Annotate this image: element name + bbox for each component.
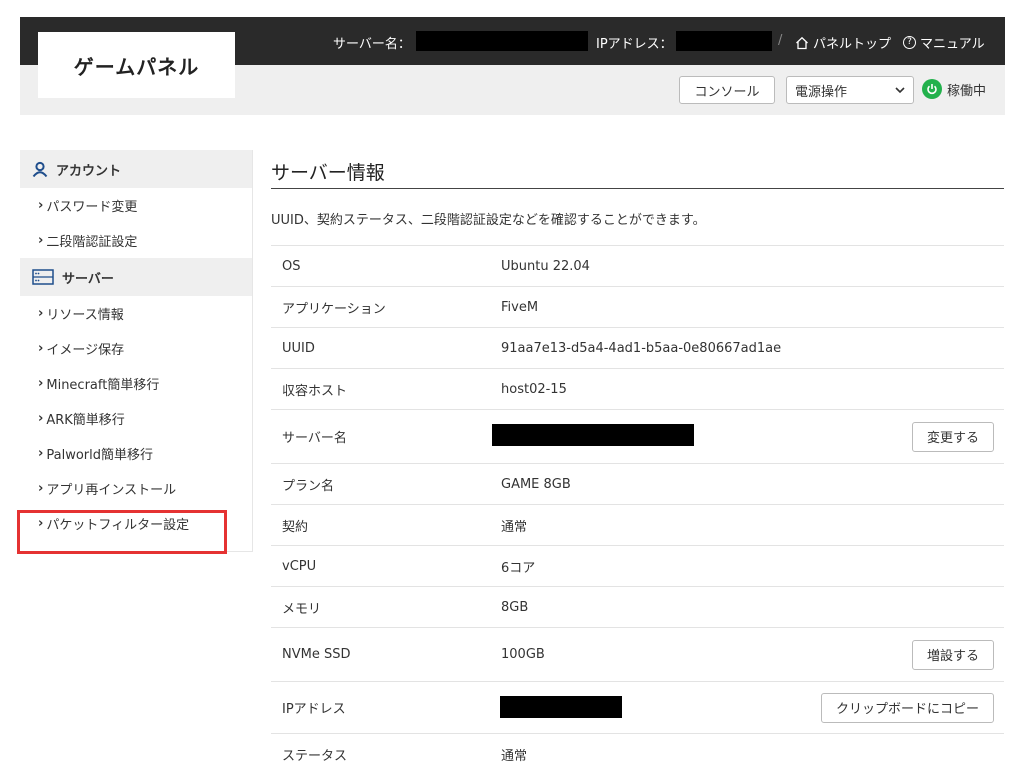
table-row: プラン名 GAME 8GB bbox=[271, 464, 1004, 505]
title-divider bbox=[271, 188, 1004, 189]
row-label: 収容ホスト bbox=[282, 383, 348, 399]
user-icon bbox=[32, 161, 48, 177]
help-icon: ? bbox=[903, 36, 916, 49]
row-value: Ubuntu 22.04 bbox=[501, 258, 590, 274]
chevron-right-icon: › bbox=[38, 341, 44, 356]
row-value: 6コア bbox=[501, 560, 536, 576]
panel-top-label: パネルトップ bbox=[813, 37, 892, 52]
sidebar-item-2fa[interactable]: › 二段階認証設定 bbox=[20, 223, 252, 258]
chevron-right-icon: › bbox=[38, 233, 44, 248]
page-description: UUID、契約ステータス、二段階認証設定などを確認することができます。 bbox=[271, 213, 706, 228]
server-name-label: サーバー名： bbox=[333, 37, 411, 52]
home-icon bbox=[796, 36, 808, 49]
sidebar-item-palworld[interactable]: › Palworld簡単移行 bbox=[20, 436, 252, 471]
sidebar-item-label: パスワード変更 bbox=[46, 200, 138, 215]
change-button[interactable]: 変更する bbox=[911, 421, 994, 452]
sidebar-section-server: サーバー bbox=[20, 258, 252, 296]
sidebar-item-label: イメージ保存 bbox=[46, 343, 125, 358]
copy-clipboard-button[interactable]: クリップボードにコピー bbox=[820, 692, 994, 723]
table-row: アプリケーション FiveM bbox=[271, 287, 1004, 328]
sidebar-item-image[interactable]: › イメージ保存 bbox=[20, 331, 252, 366]
sidebar-item-label: Minecraft簡単移行 bbox=[46, 378, 160, 393]
row-label: メモリ bbox=[282, 601, 322, 617]
table-row: 契約 通常 bbox=[271, 505, 1004, 546]
sidebar-item-ark[interactable]: › ARK簡単移行 bbox=[20, 401, 252, 436]
chevron-right-icon: › bbox=[38, 198, 44, 213]
power-select[interactable]: 電源操作 bbox=[786, 76, 914, 104]
sidebar-item-label: 二段階認証設定 bbox=[46, 235, 138, 250]
row-value: 8GB bbox=[501, 599, 529, 615]
row-label: NVMe SSD bbox=[282, 647, 351, 662]
table-row: 収容ホスト host02-15 bbox=[271, 369, 1004, 410]
sidebar-item-label: ARK簡単移行 bbox=[46, 413, 125, 428]
power-select-value: 電源操作 bbox=[795, 84, 848, 100]
server-name-redacted bbox=[416, 31, 588, 51]
sidebar: アカウント › パスワード変更 › 二段階認証設定 サーバー › リソース情報 › イメ… bbox=[20, 150, 253, 552]
ip-redacted bbox=[676, 31, 772, 51]
row-label: プラン名 bbox=[282, 478, 335, 494]
sidebar-item-label: リソース情報 bbox=[46, 308, 124, 323]
console-button[interactable]: コンソール bbox=[679, 76, 775, 104]
header-separator: / bbox=[778, 33, 783, 48]
server-name-redacted bbox=[492, 424, 694, 446]
chevron-right-icon: › bbox=[38, 376, 44, 391]
row-value: 通常 bbox=[501, 519, 528, 535]
chevron-right-icon: › bbox=[38, 306, 44, 321]
status-text: 稼働中 bbox=[947, 83, 987, 99]
table-row: IPアドレス クリップボードにコピー bbox=[271, 682, 1004, 734]
logo-text: ゲームパネル bbox=[73, 54, 200, 79]
row-label: vCPU bbox=[282, 558, 317, 574]
page-title: サーバー情報 bbox=[271, 162, 385, 184]
table-row: サーバー名 変更する bbox=[271, 410, 1004, 464]
chevron-down-icon bbox=[895, 86, 905, 93]
row-value: FiveM bbox=[501, 299, 539, 315]
table-row: NVMe SSD 100GB 増設する bbox=[271, 628, 1004, 682]
row-value: 91aa7e13-d5a4-4ad1-b5aa-0e80667ad1ae bbox=[501, 340, 782, 356]
table-row: メモリ 8GB bbox=[271, 587, 1004, 628]
row-value: host02-15 bbox=[501, 381, 567, 397]
sidebar-section-title: アカウント bbox=[56, 163, 122, 179]
row-value: 通常 bbox=[501, 749, 528, 764]
expand-button[interactable]: 増設する bbox=[911, 639, 994, 670]
row-value: 100GB bbox=[501, 647, 545, 662]
server-info-table: OS Ubuntu 22.04 アプリケーション FiveM UUID 91aa… bbox=[271, 245, 1004, 771]
chevron-right-icon: › bbox=[38, 446, 44, 461]
logo[interactable]: ゲームパネル bbox=[38, 32, 235, 98]
status-indicator: 稼働中 bbox=[922, 79, 986, 99]
sidebar-item-label: Palworld簡単移行 bbox=[46, 448, 153, 463]
sidebar-section-title: サーバー bbox=[62, 271, 114, 287]
highlight-box bbox=[17, 510, 227, 554]
manual-label: マニュアル bbox=[920, 37, 985, 52]
sidebar-item-reinstall[interactable]: › アプリ再インストール bbox=[20, 471, 252, 506]
row-label: 契約 bbox=[282, 519, 309, 535]
power-icon bbox=[922, 79, 942, 99]
row-label: IPアドレス bbox=[282, 702, 346, 717]
sidebar-item-minecraft[interactable]: › Minecraft簡単移行 bbox=[20, 366, 252, 401]
sidebar-item-resource[interactable]: › リソース情報 bbox=[20, 296, 252, 331]
sidebar-section-account: アカウント bbox=[20, 150, 252, 188]
table-row: vCPU 6コア bbox=[271, 546, 1004, 587]
row-label: OS bbox=[282, 258, 301, 274]
table-row: ステータス 通常 bbox=[271, 734, 1004, 771]
ip-address-redacted bbox=[500, 696, 622, 718]
row-label: ステータス bbox=[282, 749, 348, 764]
row-label: アプリケーション bbox=[282, 301, 386, 317]
chevron-right-icon: › bbox=[38, 481, 44, 496]
sidebar-item-password[interactable]: › パスワード変更 bbox=[20, 188, 252, 223]
sidebar-item-label: アプリ再インストール bbox=[46, 483, 177, 498]
row-label: サーバー名 bbox=[282, 431, 347, 446]
row-label: UUID bbox=[282, 340, 315, 356]
manual-link[interactable]: ? マニュアル bbox=[903, 33, 985, 52]
panel-top-link[interactable]: パネルトップ bbox=[795, 33, 891, 52]
server-icon bbox=[32, 269, 54, 285]
ip-label: IPアドレス： bbox=[596, 37, 673, 52]
table-row: OS Ubuntu 22.04 bbox=[271, 246, 1004, 287]
table-row: UUID 91aa7e13-d5a4-4ad1-b5aa-0e80667ad1a… bbox=[271, 328, 1004, 369]
row-value: GAME 8GB bbox=[501, 476, 571, 492]
chevron-right-icon: › bbox=[38, 411, 44, 426]
